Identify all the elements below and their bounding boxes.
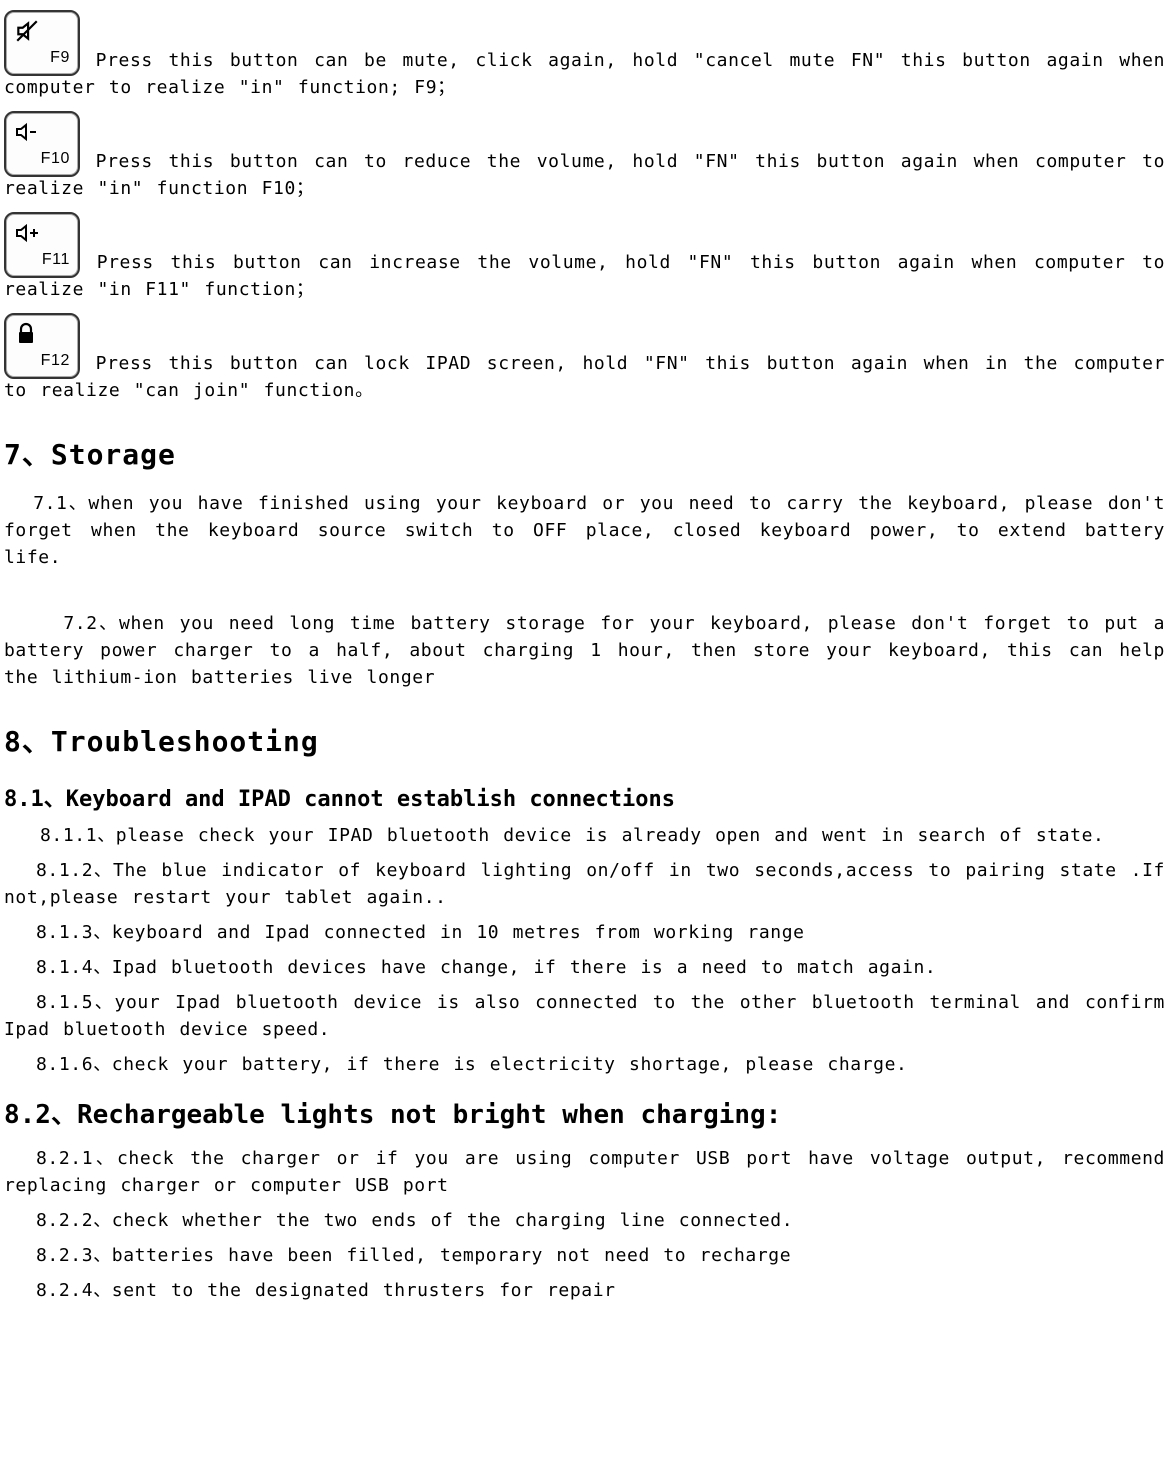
- key-f10: F10: [4, 111, 80, 177]
- key-row-f10: F10 Press this button can to reduce the …: [4, 111, 1165, 202]
- key-desc: Press this button can to reduce the volu…: [4, 151, 1165, 199]
- section8-1-heading: 8.1、Keyboard and IPAD cannot establish c…: [4, 783, 1165, 816]
- list-item: 8.2.2、check whether the two ends of the …: [4, 1207, 1165, 1234]
- key-row-f9: F9 Press this button can be mute, click …: [4, 10, 1165, 101]
- key-row-f12: F12 Press this button can lock IPAD scre…: [4, 313, 1165, 404]
- key-row-f11: F11 Press this button can increase the v…: [4, 212, 1165, 303]
- key-f9: F9: [4, 10, 80, 76]
- list-item: 8.1.3、keyboard and Ipad connected in 10 …: [4, 919, 1165, 946]
- list-item: 8.2.4、sent to the designated thrusters f…: [4, 1277, 1165, 1304]
- section7-heading: 7、Storage: [4, 434, 1165, 476]
- key-f11: F11: [4, 212, 80, 278]
- key-desc: Press this button can be mute, click aga…: [4, 50, 1165, 98]
- volume-up-icon: [14, 220, 42, 246]
- key-desc: Press this button can increase the volum…: [4, 252, 1165, 300]
- key-label: F9: [50, 46, 70, 70]
- key-desc: Press this button can lock IPAD screen, …: [4, 353, 1165, 401]
- key-label: F10: [41, 147, 70, 171]
- mute-icon: [14, 18, 40, 44]
- key-label: F11: [42, 248, 70, 272]
- key-f12: F12: [4, 313, 80, 379]
- list-item: 8.1.2、The blue indicator of keyboard lig…: [4, 857, 1165, 911]
- list-item: 8.2.3、batteries have been filled, tempor…: [4, 1242, 1165, 1269]
- list-item: 8.1.5、your Ipad bluetooth device is also…: [4, 989, 1165, 1043]
- section8-2-heading: 8.2、Rechargeable lights not bright when …: [4, 1096, 1165, 1135]
- key-label: F12: [41, 349, 70, 373]
- section7-item: 7.2、when you need long time battery stor…: [4, 610, 1165, 691]
- list-item: 8.1.6、check your battery, if there is el…: [4, 1051, 1165, 1078]
- section8-heading: 8、Troubleshooting: [4, 721, 1165, 763]
- list-item: 8.1.4、Ipad bluetooth devices have change…: [4, 954, 1165, 981]
- section7-item: 7.1、when you have finished using your ke…: [4, 490, 1165, 571]
- list-item: 8.2.1、check the charger or if you are us…: [4, 1145, 1165, 1199]
- lock-icon: [14, 321, 38, 347]
- list-item: 8.1.1、please check your IPAD bluetooth d…: [4, 822, 1165, 849]
- volume-down-icon: [14, 119, 42, 145]
